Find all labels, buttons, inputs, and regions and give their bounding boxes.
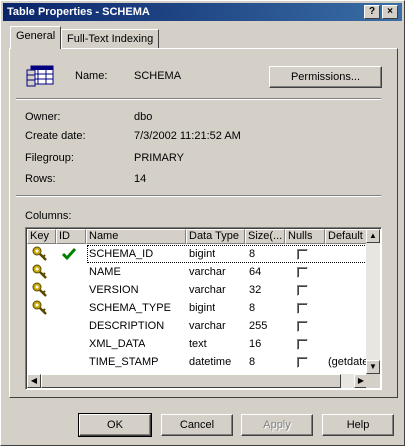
cell-data-type: datetime: [189, 356, 232, 368]
create-date-value: 7/3/2002 11:21:52 AM: [134, 130, 241, 142]
key-icon: [32, 246, 48, 264]
tab-full-text-indexing-label: Full-Text Indexing: [67, 33, 154, 45]
rows-value: 14: [134, 173, 147, 185]
table-row[interactable]: DESCRIPTION varchar 255: [27, 317, 367, 335]
nulls-checkbox[interactable]: [297, 339, 308, 350]
green-checkmark-icon: [61, 246, 77, 264]
cell-data-type: bigint: [189, 302, 216, 314]
column-header-name[interactable]: Name: [86, 229, 186, 244]
cell-name: DESCRIPTION: [89, 320, 165, 332]
table-row[interactable]: SCHEMA_TYPE bigint 8: [27, 299, 367, 317]
table-row[interactable]: VERSION varchar 32: [27, 281, 367, 299]
nulls-checkbox[interactable]: [297, 357, 308, 368]
ok-button[interactable]: OK: [78, 413, 152, 437]
nulls-checkbox[interactable]: [297, 285, 308, 296]
nulls-checkbox[interactable]: [297, 303, 308, 314]
permissions-button[interactable]: Permissions...: [269, 66, 382, 88]
horizontal-scrollbar[interactable]: ◀ ▶: [27, 374, 368, 388]
scroll-left-button[interactable]: ◀: [27, 374, 41, 388]
column-header-default[interactable]: Default: [325, 229, 367, 244]
cell-size: 8: [249, 356, 256, 368]
cell-name: VERSION: [89, 284, 139, 296]
nulls-checkbox[interactable]: [297, 267, 308, 278]
cell-size: 8: [249, 248, 256, 260]
separator: [16, 98, 381, 100]
cell-size: 16: [249, 338, 262, 350]
key-icon: [32, 300, 48, 318]
title-bar: Table Properties - SCHEMA ? ×: [3, 3, 402, 21]
scroll-up-button[interactable]: ▲: [366, 229, 380, 243]
nulls-checkbox[interactable]: [297, 249, 308, 260]
column-header-nulls[interactable]: Nulls: [285, 229, 325, 244]
owner-label: Owner:: [25, 111, 61, 123]
cell-data-type: varchar: [189, 320, 226, 332]
table-row[interactable]: TIME_STAMP datetime 8 (getdate: [27, 353, 369, 371]
separator: [16, 195, 381, 197]
key-icon: [32, 264, 48, 282]
scroll-corner: [366, 374, 380, 388]
owner-value: dbo: [134, 111, 153, 123]
name-value: SCHEMA: [134, 70, 182, 82]
nulls-checkbox[interactable]: [297, 321, 308, 332]
cell-size: 8: [249, 302, 256, 314]
cell-name: NAME: [89, 266, 121, 278]
cell-data-type: text: [189, 338, 207, 350]
cell-size: 255: [249, 320, 268, 332]
cell-default: (getdate: [328, 356, 369, 368]
cell-data-type: varchar: [189, 284, 226, 296]
column-header-key[interactable]: Key: [27, 229, 56, 244]
create-date-label: Create date:: [25, 130, 86, 142]
column-header-id[interactable]: ID: [56, 229, 86, 244]
table-icon: [26, 65, 54, 87]
help-title-button[interactable]: ?: [364, 5, 380, 19]
cell-size: 64: [249, 266, 262, 278]
cell-data-type: bigint: [189, 248, 216, 260]
column-header-data-type[interactable]: Data Type: [186, 229, 245, 244]
horizontal-scroll-thumb[interactable]: [41, 374, 341, 388]
rows-label: Rows:: [25, 173, 56, 185]
name-label: Name:: [75, 70, 108, 82]
table-row[interactable]: SCHEMA_ID bigint 8: [27, 245, 367, 263]
cell-name: XML_DATA: [89, 338, 146, 350]
cell-name: SCHEMA_ID: [89, 248, 154, 260]
key-icon: [32, 282, 48, 300]
cancel-button[interactable]: Cancel: [161, 414, 233, 436]
table-row[interactable]: XML_DATA text 16: [27, 335, 367, 353]
table-row[interactable]: NAME varchar 64: [27, 263, 367, 281]
scroll-down-button[interactable]: ▼: [366, 360, 380, 374]
cell-size: 32: [249, 284, 262, 296]
tab-general-label: General: [16, 30, 56, 42]
table-properties-dialog: Table Properties - SCHEMA ? × General Fu…: [0, 0, 405, 446]
tab-general[interactable]: General: [10, 26, 62, 49]
column-header-size[interactable]: Size(...: [245, 229, 285, 244]
columns-grid[interactable]: Key ID Name Data Type Size(... Nulls Def…: [25, 227, 382, 390]
cell-name: SCHEMA_TYPE: [89, 302, 171, 314]
filegroup-value: PRIMARY: [134, 152, 184, 164]
cell-name: TIME_STAMP: [89, 356, 159, 368]
cell-data-type: varchar: [189, 266, 226, 278]
help-button[interactable]: Help: [322, 414, 394, 436]
vertical-scrollbar[interactable]: ▲ ▼: [366, 229, 380, 374]
close-button[interactable]: ×: [382, 5, 398, 19]
tab-full-text-indexing[interactable]: Full-Text Indexing: [61, 29, 160, 49]
filegroup-label: Filegroup:: [25, 152, 74, 164]
window-title: Table Properties - SCHEMA: [7, 6, 150, 18]
columns-label: Columns:: [25, 210, 72, 222]
apply-button[interactable]: Apply: [241, 414, 313, 436]
